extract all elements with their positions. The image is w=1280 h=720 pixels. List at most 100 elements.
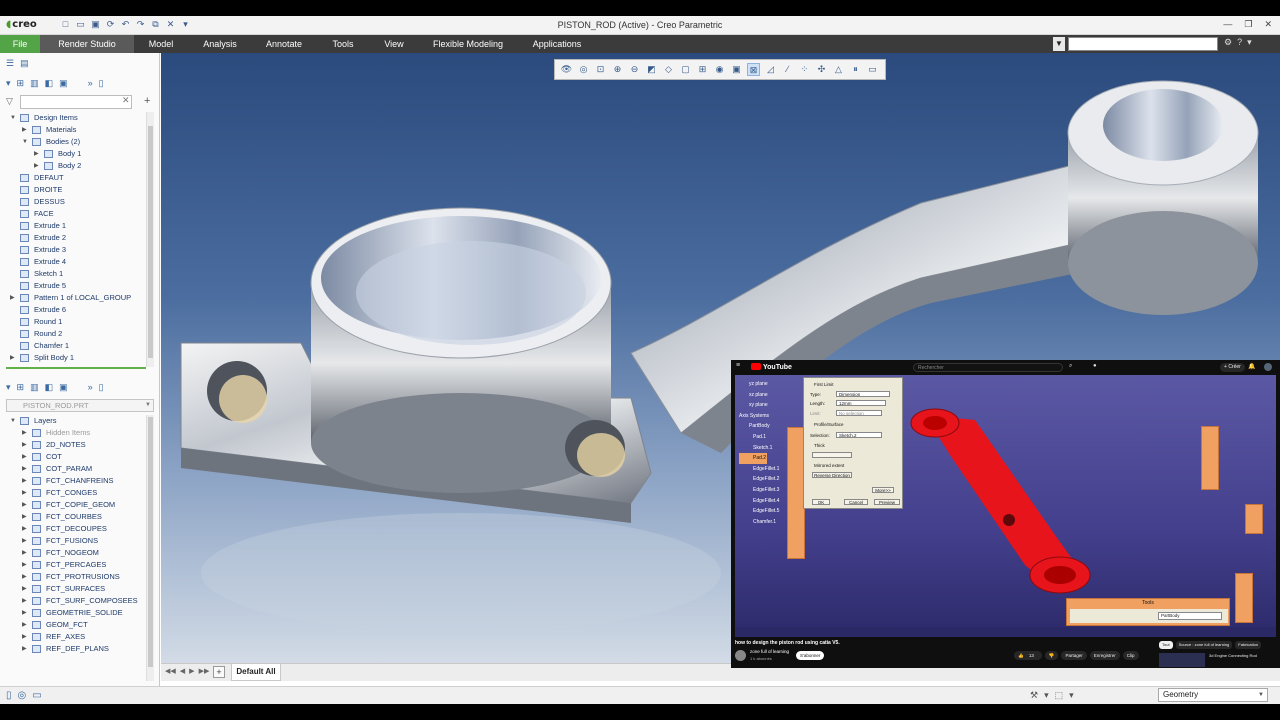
subscribe-button[interactable]: S'abonner xyxy=(796,651,825,660)
layer-tree-item[interactable]: ▶ FCT_COPIE_GEOM xyxy=(0,499,150,511)
prev-tab-icon[interactable]: ◀ xyxy=(180,667,185,675)
layer-tree-item[interactable]: ▶ FCT_FUSIONS xyxy=(0,535,150,547)
axes-icon[interactable]: ∕ xyxy=(781,63,794,76)
menu-applications[interactable]: Applications xyxy=(522,35,592,53)
tree-search-input[interactable] xyxy=(20,95,132,109)
create-button[interactable]: + Créer xyxy=(1220,363,1245,372)
layer-icon[interactable]: ◧ xyxy=(45,78,54,89)
model-tree-item[interactable]: Sketch 1 xyxy=(0,268,150,280)
expand-icon[interactable]: ▶ xyxy=(22,475,27,487)
ribbon-dropdown-icon[interactable]: ▼ xyxy=(1053,37,1065,51)
display-style-icon[interactable]: ◇ xyxy=(662,63,675,76)
next-tab-icon[interactable]: ▶ xyxy=(189,667,194,675)
layer-tree-scrollbar[interactable] xyxy=(146,415,154,681)
expand-icon[interactable]: ▶ xyxy=(22,583,27,595)
layer-tree-item[interactable]: ▶ GEOMETRIE_SOLIDE xyxy=(0,607,150,619)
help-icon[interactable]: ? xyxy=(1237,37,1242,48)
layer-tree-item[interactable]: ▶ FCT_CONGES xyxy=(0,487,150,499)
model-tree-scrollbar[interactable] xyxy=(146,112,154,367)
columns-icon[interactable]: ▥ xyxy=(30,78,39,89)
expand-icon[interactable]: ▶ xyxy=(22,595,27,607)
saved-orientations-icon[interactable]: ⊞ xyxy=(696,63,709,76)
like-button[interactable]: 👍 13 xyxy=(1014,651,1042,660)
collapse-icon[interactable]: ▼ xyxy=(10,112,16,124)
layer-model-select[interactable]: PISTON_ROD.PRT ▼ xyxy=(6,399,154,412)
view-icon[interactable]: 👁 xyxy=(560,63,573,76)
menu-tools[interactable]: Tools xyxy=(320,35,366,53)
layer-tree-item[interactable]: ▶ REF_AXES xyxy=(0,631,150,643)
cube-icon[interactable]: ▢ xyxy=(679,63,692,76)
expand-icon[interactable]: ▶ xyxy=(22,631,27,643)
zoom-out-icon[interactable]: ⊖ xyxy=(628,63,641,76)
dropdown-icon[interactable]: ▾ xyxy=(1044,690,1049,701)
tree-filter-icon[interactable]: ⊞ xyxy=(17,78,25,89)
expand-icon[interactable]: ▾ xyxy=(6,382,11,393)
dropdown-icon[interactable]: ▾ xyxy=(1069,690,1074,701)
expand-icon[interactable]: ▶ xyxy=(10,292,15,304)
add-tab-button[interactable]: + xyxy=(213,666,225,678)
channel-name[interactable]: zone full of learning xyxy=(750,649,789,654)
chip-all[interactable]: Tout xyxy=(1159,641,1173,649)
model-tree-item[interactable]: DESSUS xyxy=(0,196,150,208)
expand-icon[interactable]: ▶ xyxy=(22,535,27,547)
expand-icon[interactable]: ▶ xyxy=(22,619,27,631)
menu-analysis[interactable]: Analysis xyxy=(192,35,248,53)
menu-flexible-modeling[interactable]: Flexible Modeling xyxy=(422,35,514,53)
layer-tree-item[interactable]: ▼ Layers xyxy=(0,415,150,427)
search-icon[interactable]: ⌕ xyxy=(1069,363,1072,370)
layer-tree-item[interactable]: ▶ GEOM_FCT xyxy=(0,619,150,631)
regen-icon[interactable]: ▭ xyxy=(866,63,879,76)
model-tree-item[interactable]: Round 1 xyxy=(0,316,150,328)
model-tree-item[interactable]: ▼ Bodies (2) xyxy=(0,136,150,148)
share-button[interactable]: Partager xyxy=(1061,651,1087,660)
save-video-button[interactable]: Enregistrer xyxy=(1089,651,1120,660)
settings-icon[interactable]: ⚙ xyxy=(1224,37,1232,48)
minimize-icon[interactable]: — xyxy=(1223,19,1232,30)
expand-icon[interactable]: ▶ xyxy=(22,124,27,136)
smart-select-icon[interactable]: ⚒ xyxy=(1030,690,1038,701)
expand-icon[interactable]: ▶ xyxy=(22,487,27,499)
layer-tree-item[interactable]: ▶ COT_PARAM xyxy=(0,463,150,475)
restore-icon[interactable]: ❐ xyxy=(1244,19,1252,30)
mic-icon[interactable]: ● xyxy=(1093,363,1097,369)
expand-icon[interactable]: ▶ xyxy=(22,463,27,475)
model-tree-item[interactable]: Round 2 xyxy=(0,328,150,340)
document-icon[interactable]: ▯ xyxy=(99,78,104,89)
expand-icon[interactable]: ▶ xyxy=(22,607,27,619)
more-icon[interactable]: » xyxy=(88,78,93,88)
browser-toggle-icon[interactable]: ◎ xyxy=(18,690,27,701)
menu-view[interactable]: View xyxy=(372,35,416,53)
related-video-title[interactable]: 3d Engine Connecting Rod xyxy=(1209,653,1277,658)
related-video-thumbnail[interactable] xyxy=(1159,653,1205,667)
model-tree-item[interactable]: ▼ Design Items xyxy=(0,112,150,124)
chip-source[interactable]: Source : zone full of learning xyxy=(1175,641,1233,649)
chip-fabrication[interactable]: Fabrication xyxy=(1235,641,1262,649)
expand-icon[interactable]: ▶ xyxy=(22,511,27,523)
model-tree-item[interactable]: ▶ Body 2 xyxy=(0,160,150,172)
view-manager-icon[interactable]: ◉ xyxy=(713,63,726,76)
model-tree-item[interactable]: DROITE xyxy=(0,184,150,196)
channel-avatar[interactable] xyxy=(735,650,746,661)
avatar[interactable] xyxy=(1264,363,1272,371)
expand-icon[interactable]: ▶ xyxy=(22,523,27,535)
navigator-toggle-icon[interactable]: ▯ xyxy=(6,690,12,701)
layer-tree-item[interactable]: ▶ FCT_SURF_COMPOSEES xyxy=(0,595,150,607)
menu-model[interactable]: Model xyxy=(134,35,188,53)
model-tree-item[interactable]: FACE xyxy=(0,208,150,220)
model-tree-item[interactable]: Extrude 3 xyxy=(0,244,150,256)
dislike-button[interactable]: 👎 xyxy=(1044,651,1059,660)
model-tree-item[interactable]: DEFAUT xyxy=(0,172,150,184)
datum-display-icon[interactable]: ⊠ xyxy=(747,63,760,76)
columns-icon[interactable]: ▥ xyxy=(30,382,39,393)
model-tree-item[interactable]: Extrude 4 xyxy=(0,256,150,268)
model-tree-item[interactable]: ▶ Split Body 1 xyxy=(0,352,150,364)
settings-icon[interactable]: ▣ xyxy=(59,78,68,89)
add-icon[interactable]: + xyxy=(144,95,150,107)
appearance-icon[interactable]: ▣ xyxy=(730,63,743,76)
expand-icon[interactable]: ▾ xyxy=(6,78,11,89)
collapse-icon[interactable]: ▼ xyxy=(10,415,16,427)
layer-tree-item[interactable]: ▶ 2D_NOTES xyxy=(0,439,150,451)
expand-icon[interactable]: ▶ xyxy=(22,451,27,463)
box-select-icon[interactable]: ⬚ xyxy=(1055,690,1064,701)
layer-tree-item[interactable]: ▶ FCT_PROTRUSIONS xyxy=(0,571,150,583)
